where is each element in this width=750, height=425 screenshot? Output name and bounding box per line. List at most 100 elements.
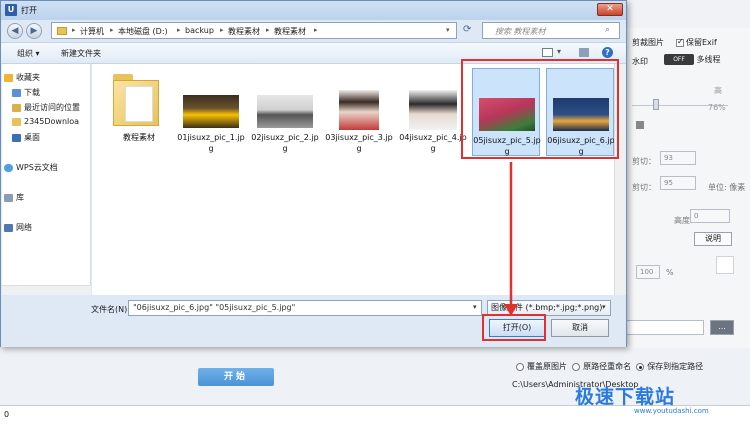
breadcrumb-separator-icon: ▸ bbox=[266, 26, 270, 34]
new-folder-button[interactable]: 新建文件夹 bbox=[61, 48, 101, 59]
breadcrumb-separator-icon: ▸ bbox=[177, 26, 181, 34]
download-folder-icon bbox=[12, 88, 21, 97]
start-button[interactable]: 开始 bbox=[198, 368, 274, 386]
close-icon: ✕ bbox=[606, 4, 614, 14]
back-button[interactable]: ◀ bbox=[7, 23, 23, 39]
address-bar[interactable]: ▸ 计算机 ▸ 本地磁盘 (D:) ▸ backup ▸ 教程素材 ▸ 教程素材… bbox=[51, 22, 457, 39]
nav-item-wps-cloud[interactable]: WPS云文档 bbox=[4, 162, 58, 173]
search-placeholder: 搜索 教程素材 bbox=[495, 27, 546, 36]
breadcrumb-separator-icon: ▸ bbox=[72, 26, 76, 34]
quality-high-label: 高 bbox=[714, 86, 722, 95]
preview-pane-icon[interactable] bbox=[579, 48, 589, 57]
multithread-toggle[interactable]: OFF 多线程 bbox=[664, 54, 750, 65]
help-icon[interactable]: ? bbox=[602, 47, 613, 58]
checkbox-icon bbox=[676, 37, 684, 47]
file-item-folder[interactable]: 教程素材 bbox=[105, 66, 173, 154]
nav-item-desktop[interactable]: 桌面 bbox=[12, 132, 40, 143]
open-file-dialog: U 打开 ✕ ◀ ▶ ▸ 计算机 ▸ 本地磁盘 (D:) ▸ backup ▸ … bbox=[0, 0, 627, 347]
library-icon bbox=[4, 193, 13, 202]
cancel-button[interactable]: 取消 bbox=[551, 319, 609, 337]
checkbox-icon[interactable] bbox=[636, 121, 644, 129]
status-count: 0 bbox=[4, 410, 10, 419]
nav-item-recent[interactable]: 最近访问的位置 bbox=[12, 102, 80, 113]
breadcrumb-item-drive[interactable]: 本地磁盘 (D:) bbox=[118, 26, 168, 37]
browse-button[interactable]: ... bbox=[710, 320, 734, 335]
file-name: 01jisuxz_pic_1.jpg bbox=[177, 133, 245, 153]
breadcrumb-item-backup[interactable]: backup bbox=[185, 26, 214, 35]
network-icon bbox=[4, 223, 13, 232]
folder-icon bbox=[57, 27, 67, 35]
refresh-icon[interactable]: ⟳ bbox=[463, 24, 471, 35]
horizontal-scrollbar[interactable] bbox=[2, 285, 91, 295]
selection-highlight-box bbox=[461, 59, 619, 159]
breadcrumb-item-folder[interactable]: 教程素材 bbox=[228, 26, 260, 37]
keep-exif-option[interactable]: 保留Exif bbox=[676, 37, 750, 48]
image-thumbnail bbox=[339, 90, 379, 130]
radio-icon[interactable] bbox=[516, 362, 524, 371]
nav-item-favorites[interactable]: 收藏夹 bbox=[4, 72, 40, 83]
arrow-left-icon: ◀ bbox=[11, 26, 19, 36]
file-item-image[interactable]: 03jisuxz_pic_3.jpg bbox=[325, 66, 393, 154]
dialog-title-bar[interactable]: U 打开 ✕ bbox=[1, 1, 626, 20]
image-thumbnail bbox=[183, 95, 239, 128]
file-name: 教程素材 bbox=[123, 133, 155, 142]
filename-input[interactable]: "06jisuxz_pic_6.jpg" "05jisuxz_pic_5.jpg… bbox=[128, 300, 482, 316]
percent-label: % bbox=[666, 268, 674, 277]
watermark-url: www.youtudashi.com bbox=[634, 407, 709, 415]
nav-item-network[interactable]: 网络 bbox=[4, 222, 32, 233]
quality-slider-thumb[interactable] bbox=[653, 99, 659, 110]
arrow-right-icon: ▶ bbox=[30, 26, 38, 36]
navigation-pane: 收藏夹 下载 最近访问的位置 2345Downloa 桌面 WPS云文档 库 网… bbox=[2, 64, 91, 295]
folder-icon bbox=[12, 117, 21, 126]
navigation-bar: ◀ ▶ ▸ 计算机 ▸ 本地磁盘 (D:) ▸ backup ▸ 教程素材 ▸ … bbox=[1, 20, 626, 42]
radio-icon[interactable] bbox=[572, 362, 581, 371]
chevron-down-icon[interactable]: ▾ bbox=[557, 47, 561, 56]
search-input[interactable]: 搜索 教程素材 ⌕ bbox=[482, 22, 620, 39]
file-name: 03jisuxz_pic_3.jpg bbox=[325, 133, 393, 153]
chevron-down-icon[interactable]: ▾ bbox=[446, 26, 450, 34]
search-icon[interactable]: ⌕ bbox=[605, 25, 610, 35]
file-item-image[interactable]: 04jisuxz_pic_4.jpg bbox=[399, 66, 467, 154]
output-path-input[interactable] bbox=[626, 320, 704, 335]
radio-icon[interactable] bbox=[636, 362, 645, 371]
organize-menu[interactable]: 组织 ▾ bbox=[17, 48, 40, 59]
height-input[interactable]: 0 bbox=[690, 209, 730, 223]
view-options-icon[interactable] bbox=[542, 48, 553, 57]
app-icon: U bbox=[5, 4, 17, 16]
scale-input[interactable]: 100 bbox=[636, 265, 660, 279]
folder-icon bbox=[113, 74, 159, 126]
nav-item-libraries[interactable]: 库 bbox=[4, 192, 24, 203]
nav-item-downloads[interactable]: 下载 bbox=[12, 87, 40, 98]
file-item-image[interactable]: 02jisuxz_pic_2.jpg bbox=[251, 66, 319, 154]
cloud-icon bbox=[4, 163, 13, 172]
nav-item-2345downloads[interactable]: 2345Downloa bbox=[12, 117, 79, 126]
chevron-down-icon[interactable]: ▾ bbox=[473, 303, 477, 311]
explain-button[interactable]: 说明 bbox=[694, 232, 732, 246]
breadcrumb-item-subfolder[interactable]: 教程素材 bbox=[274, 26, 306, 37]
breadcrumb-separator-icon: ▸ bbox=[220, 26, 224, 34]
recent-icon bbox=[12, 103, 21, 112]
crop-h-input[interactable]: 93 bbox=[660, 151, 696, 165]
watermark-brand: 极速下载站 bbox=[575, 386, 676, 408]
chevron-down-icon[interactable]: ▾ bbox=[602, 303, 606, 311]
breadcrumb-separator-icon: ▸ bbox=[314, 26, 318, 34]
file-name: 02jisuxz_pic_2.jpg bbox=[251, 133, 319, 153]
save-mode-radios[interactable]: 覆盖原图片 原路径重命名 保存到指定路径 bbox=[516, 361, 750, 372]
image-thumbnail bbox=[257, 95, 313, 128]
close-button[interactable]: ✕ bbox=[597, 3, 623, 16]
desktop-icon bbox=[12, 133, 21, 142]
filename-label: 文件名(N): bbox=[91, 305, 130, 314]
crop-v-input[interactable]: 95 bbox=[660, 176, 696, 190]
red-arrow-annotation bbox=[504, 162, 518, 316]
settings-panel: 剪裁图片 保留Exif 水印 OFF 多线程 高 76% 剪切： 93 剪切： … bbox=[626, 28, 750, 348]
forward-button[interactable]: ▶ bbox=[26, 23, 42, 39]
open-button-highlight-box bbox=[482, 314, 546, 341]
unit-label: 单位: 像素 bbox=[708, 183, 746, 192]
image-thumbnail bbox=[409, 90, 457, 130]
star-icon bbox=[4, 73, 13, 82]
breadcrumb-item-computer[interactable]: 计算机 bbox=[80, 26, 104, 37]
dialog-title: 打开 bbox=[21, 6, 37, 15]
breadcrumb-separator-icon: ▸ bbox=[110, 26, 114, 34]
file-name: 04jisuxz_pic_4.jpg bbox=[399, 133, 467, 153]
file-item-image[interactable]: 01jisuxz_pic_1.jpg bbox=[177, 66, 245, 154]
